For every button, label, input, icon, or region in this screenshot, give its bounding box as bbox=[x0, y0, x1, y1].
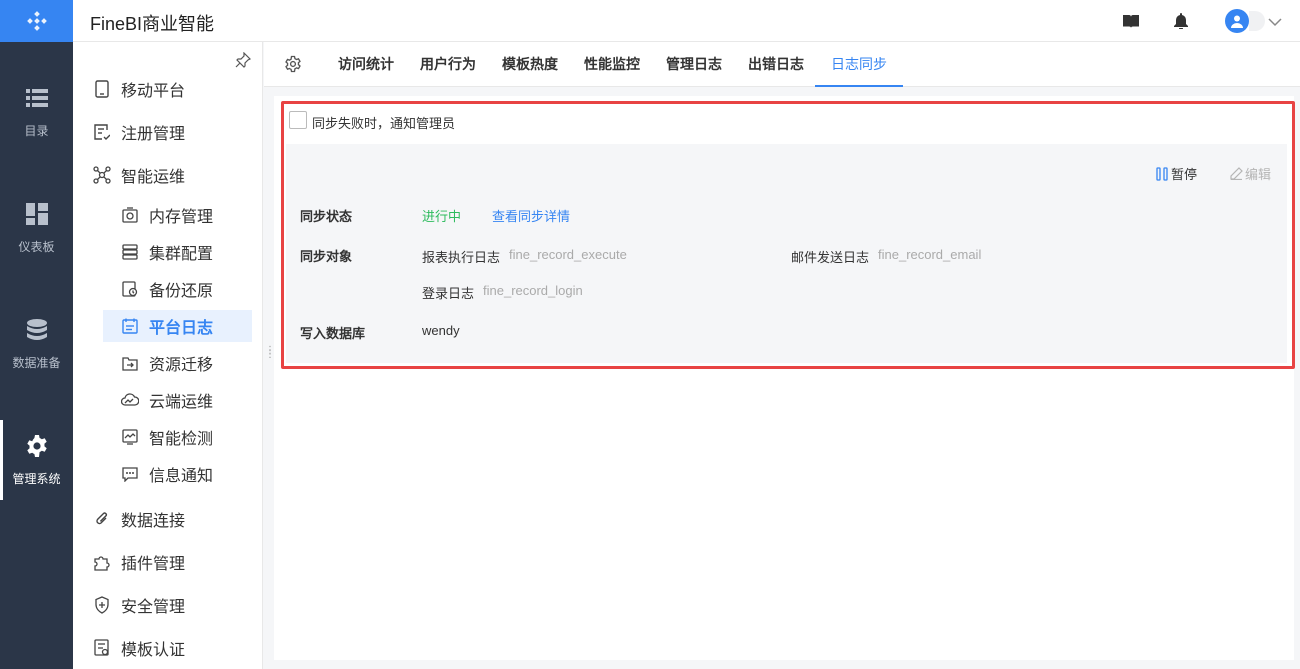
rail-item-admin[interactable]: 管理系统 bbox=[0, 420, 73, 500]
sidebar-item-label: 云端运维 bbox=[149, 394, 214, 411]
rail-item-label: 仪表板 bbox=[18, 239, 55, 254]
highlight-box bbox=[281, 101, 1295, 369]
sidebar-item-data-connection[interactable]: 数据连接 bbox=[93, 504, 185, 534]
shield-icon bbox=[93, 596, 111, 614]
sidebar-item-label: 智能检测 bbox=[149, 431, 214, 448]
tab-bar: 访问统计 用户行为 模板热度 性能监控 管理日志 出错日志 日志同步 bbox=[264, 42, 1300, 87]
sidebar-item-template-cert[interactable]: 模板认证 bbox=[93, 633, 185, 663]
sidebar-item-label: 注册管理 bbox=[121, 126, 186, 143]
rail-item-dashboard[interactable]: 仪表板 bbox=[0, 188, 73, 268]
user-avatar[interactable] bbox=[1225, 9, 1249, 33]
rail-item-label: 管理系统 bbox=[12, 471, 61, 486]
sidebar-item-label: 集群配置 bbox=[149, 246, 214, 263]
list-icon bbox=[25, 86, 49, 110]
rail-item-data-prep[interactable]: 数据准备 bbox=[0, 304, 73, 384]
certificate-icon bbox=[93, 639, 111, 657]
tab-visit-stats[interactable]: 访问统计 bbox=[338, 42, 394, 86]
settings-gear-icon[interactable] bbox=[284, 55, 302, 73]
ops-icon bbox=[93, 166, 111, 184]
sidebar-item-cloud-ops[interactable]: 云端运维 bbox=[121, 385, 213, 415]
link-icon bbox=[93, 510, 111, 528]
sidebar-item-label: 信息通知 bbox=[149, 468, 214, 485]
cluster-icon bbox=[121, 243, 139, 261]
top-header: FineBI商业智能 bbox=[73, 0, 1300, 42]
backup-icon bbox=[121, 280, 139, 298]
dashboard-icon bbox=[25, 202, 49, 226]
sidebar-item-label: 资源迁移 bbox=[149, 357, 214, 374]
register-icon bbox=[93, 123, 111, 141]
logo-icon[interactable] bbox=[0, 0, 73, 42]
sidebar-item-smart-ops[interactable]: 智能运维 bbox=[93, 160, 185, 190]
sidebar-item-label: 智能运维 bbox=[121, 169, 186, 186]
sidebar-item-label: 移动平台 bbox=[121, 83, 186, 100]
gear-icon bbox=[25, 434, 49, 458]
sidebar-item-plugin[interactable]: 插件管理 bbox=[93, 547, 185, 577]
memory-icon bbox=[121, 206, 139, 224]
tab-error-log[interactable]: 出错日志 bbox=[748, 42, 804, 86]
app-rail: 目录 仪表板 数据准备 管理系统 bbox=[0, 0, 73, 669]
sidebar-item-cluster[interactable]: 集群配置 bbox=[121, 237, 213, 267]
cloud-icon bbox=[121, 391, 139, 409]
log-icon bbox=[121, 317, 139, 335]
sidebar-item-label: 数据连接 bbox=[121, 513, 186, 530]
rail-item-label: 目录 bbox=[24, 123, 49, 138]
sidebar-item-label: 安全管理 bbox=[121, 599, 186, 616]
book-icon[interactable] bbox=[1122, 12, 1140, 30]
tab-user-behavior[interactable]: 用户行为 bbox=[420, 42, 476, 86]
detect-icon bbox=[121, 428, 139, 446]
sidebar-item-migrate[interactable]: 资源迁移 bbox=[121, 348, 213, 378]
rail-item-catalog[interactable]: 目录 bbox=[0, 72, 73, 152]
bell-icon[interactable] bbox=[1172, 12, 1190, 30]
sidebar-item-label: 内存管理 bbox=[149, 209, 214, 226]
chevron-down-icon[interactable] bbox=[1268, 14, 1282, 30]
pin-icon[interactable] bbox=[235, 51, 252, 71]
mobile-icon bbox=[93, 80, 111, 98]
sidebar-item-security[interactable]: 安全管理 bbox=[93, 590, 185, 620]
rail-item-label: 数据准备 bbox=[12, 355, 61, 370]
database-icon bbox=[25, 318, 49, 342]
tab-template-heat[interactable]: 模板热度 bbox=[502, 42, 558, 86]
app-title: FineBI商业智能 bbox=[90, 14, 215, 34]
sidebar-item-memory[interactable]: 内存管理 bbox=[121, 200, 213, 230]
sidebar-item-platform-log[interactable]: 平台日志 bbox=[121, 311, 213, 341]
sidebar-item-detect[interactable]: 智能检测 bbox=[121, 422, 213, 452]
plugin-icon bbox=[93, 553, 111, 571]
sidebar-item-mobile[interactable]: 移动平台 bbox=[93, 74, 185, 104]
tab-admin-log[interactable]: 管理日志 bbox=[666, 42, 722, 86]
sidebar-item-label: 平台日志 bbox=[149, 320, 214, 337]
sidebar-item-label: 模板认证 bbox=[121, 642, 186, 659]
migrate-icon bbox=[121, 354, 139, 372]
sidebar-item-backup[interactable]: 备份还原 bbox=[121, 274, 213, 304]
sidebar-item-label: 插件管理 bbox=[121, 556, 186, 573]
sidebar-item-register[interactable]: 注册管理 bbox=[93, 117, 185, 147]
tab-log-sync[interactable]: 日志同步 bbox=[815, 42, 903, 87]
sidebar-item-message[interactable]: 信息通知 bbox=[121, 459, 213, 489]
sidebar-item-label: 备份还原 bbox=[149, 283, 214, 300]
message-icon bbox=[121, 465, 139, 483]
tab-performance[interactable]: 性能监控 bbox=[584, 42, 640, 86]
